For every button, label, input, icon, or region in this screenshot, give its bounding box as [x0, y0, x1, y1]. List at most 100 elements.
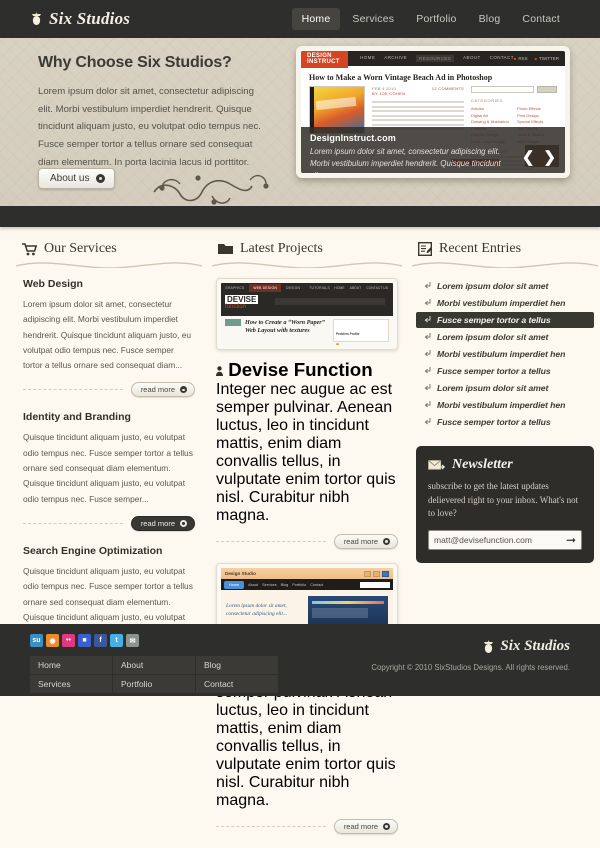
arrow-return-icon: [424, 384, 431, 391]
section-divider-band: [0, 206, 600, 227]
slider-category: Photo Effects: [517, 106, 541, 111]
entry-label: Lorem ipsum dolor sit amet: [437, 332, 549, 342]
newsletter-submit-button[interactable]: ➞: [566, 534, 576, 546]
project-item: GRAPHICS WEB DESIGN DESIGN TUTORIALS HOM…: [212, 278, 402, 549]
copyright-text: Copyright © 2010 SixStudios Designs. All…: [371, 663, 570, 672]
devise-sidebar: Problem Profile: [333, 319, 389, 345]
ds-nav-item: Services: [262, 582, 277, 587]
flickr-icon[interactable]: ••: [62, 634, 75, 647]
mail-icon: [428, 460, 445, 470]
projects-column: Latest Projects GRAPHICS WEB DESIGN DESI…: [212, 241, 402, 848]
nav-item-portfolio[interactable]: Portfolio: [406, 8, 466, 30]
footer-link-blog[interactable]: Blog: [196, 656, 278, 674]
slider-prev-arrow[interactable]: ❮: [522, 150, 535, 165]
hero-text-block: Why Choose Six Studios? Lorem ipsum dolo…: [38, 54, 270, 172]
entries-column: Recent Entries Lorem ipsum dolor sit ame…: [412, 241, 598, 848]
service-title: Web Design: [23, 278, 83, 290]
rss-icon[interactable]: ◉: [46, 634, 59, 647]
ds-search-field: [360, 581, 390, 588]
project-read-more-button[interactable]: read more: [333, 534, 398, 549]
devise-nav-left: GRAPHICS WEB DESIGN DESIGN TUTORIALS: [221, 283, 334, 292]
read-more-label: read more: [343, 537, 378, 546]
footer-link-about[interactable]: About: [113, 656, 195, 674]
footer-link-contact[interactable]: Contact: [196, 675, 278, 693]
slider-comments: 12 COMMENTS: [431, 86, 464, 91]
email-icon[interactable]: ✉: [126, 634, 139, 647]
site-logo[interactable]: Six Studios: [30, 9, 130, 29]
ds-window-titlebar: Design Studio: [221, 568, 393, 579]
arrow-return-icon: [424, 401, 431, 408]
wave-divider: [212, 262, 402, 268]
services-column: Our Services Web Design Lorem ipsum dolo…: [16, 241, 202, 848]
footer-logo[interactable]: Six Studios: [371, 638, 570, 655]
project-footer: read more: [216, 819, 398, 834]
devise-article-title: How to Create a “Worn Paper” Web Layout …: [245, 319, 325, 335]
service-footer: read more: [23, 382, 195, 398]
ds-nav-item: About: [248, 582, 259, 587]
twitter-icon[interactable]: t: [110, 634, 123, 647]
entry-item[interactable]: Morbi vestibulum imperdiet hen: [416, 295, 594, 311]
devise-masthead: DEVISE function: [221, 292, 393, 316]
arrow-dot-icon: [96, 174, 106, 183]
service-item: Web Design Lorem ipsum dolor sit amet, c…: [16, 278, 202, 398]
acorn-icon: [32, 12, 41, 25]
slider-screenshot: DESIGN INSTRUCT HOME ARCHIVE RESOURCES A…: [301, 51, 565, 173]
devise-nav-item: CONTACT US: [366, 285, 388, 290]
nav-item-home[interactable]: Home: [291, 8, 341, 30]
slider-next-arrow[interactable]: ❯: [543, 150, 556, 165]
rss-icon: RSS: [514, 56, 527, 61]
project-read-more-button[interactable]: read more: [333, 819, 398, 834]
projects-title: Latest Projects: [240, 241, 323, 256]
slider-menu-item: CONTACT: [489, 55, 514, 60]
facebook-icon[interactable]: f: [94, 634, 107, 647]
slider-text-lines: [372, 101, 464, 130]
entry-item[interactable]: Morbi vestibulum imperdiet hen: [416, 346, 594, 362]
nav-item-contact[interactable]: Contact: [512, 8, 570, 30]
entry-item[interactable]: Fusce semper tortor a tellus: [416, 363, 594, 379]
entry-item[interactable]: Fusce semper tortor a tellus: [416, 312, 594, 328]
entry-item[interactable]: Fusce semper tortor a tellus: [416, 414, 594, 430]
dashed-divider: [23, 522, 123, 524]
service-read-more-button[interactable]: read more: [130, 515, 195, 531]
entry-item[interactable]: Lorem ipsum dolor sit amet: [416, 380, 594, 396]
about-us-button[interactable]: About us: [38, 168, 116, 189]
nav-item-blog[interactable]: Blog: [469, 8, 511, 30]
folder-icon: [218, 244, 233, 254]
hero-slider[interactable]: DESIGN INSTRUCT HOME ARCHIVE RESOURCES A…: [296, 46, 570, 178]
arrow-dot-icon: [383, 538, 390, 545]
dashed-divider: [216, 541, 326, 542]
notepad-icon: [418, 242, 432, 256]
entry-label: Fusce semper tortor a tellus: [437, 366, 551, 376]
cart-icon: [22, 242, 37, 255]
project-screenshot-devise[interactable]: GRAPHICS WEB DESIGN DESIGN TUTORIALS HOM…: [216, 278, 398, 350]
stumbleupon-icon[interactable]: su: [30, 634, 43, 647]
entry-item[interactable]: Morbi vestibulum imperdiet hen: [416, 397, 594, 413]
arrow-return-icon: [424, 316, 431, 323]
delicious-icon[interactable]: ■: [78, 634, 91, 647]
footer-link-home[interactable]: Home: [30, 656, 112, 674]
devise-banner-placeholder: [275, 298, 385, 305]
ds-nav-item: Contact: [310, 582, 324, 587]
devise-nav-item: WEB DESIGN: [249, 283, 281, 292]
newsletter-email-input[interactable]: [434, 534, 566, 545]
devise-nav-item: GRAPHICS: [225, 285, 245, 290]
entries-title: Recent Entries: [439, 241, 522, 256]
devise-nav-item: DESIGN: [285, 285, 301, 290]
entry-item[interactable]: Lorem ipsum dolor sit amet: [416, 329, 594, 345]
entry-label: Morbi vestibulum imperdiet hen: [437, 298, 566, 308]
slider-categories-label: CATEGORIES: [471, 98, 503, 103]
footer-link-portfolio[interactable]: Portfolio: [113, 675, 195, 693]
entry-item[interactable]: Lorem ipsum dolor sit amet: [416, 278, 594, 294]
service-read-more-button[interactable]: read more: [130, 382, 195, 398]
devise-sidebar-title: Problem Profile: [336, 332, 360, 336]
devise-nav-item: ABOUT: [349, 285, 362, 290]
flourish-ornament-icon: [153, 174, 269, 205]
nav-item-services[interactable]: Services: [342, 8, 404, 30]
devise-sidebar-row: [336, 342, 386, 345]
service-footer: read more: [23, 515, 195, 531]
read-more-label: read more: [343, 822, 378, 831]
newsletter-subtitle: subscribe to get the latest updates deli…: [428, 481, 579, 518]
hero-title: Why Choose Six Studios?: [38, 54, 232, 71]
footer-branding: Six Studios Copyright © 2010 SixStudios …: [371, 638, 570, 672]
footer-link-services[interactable]: Services: [30, 675, 112, 693]
